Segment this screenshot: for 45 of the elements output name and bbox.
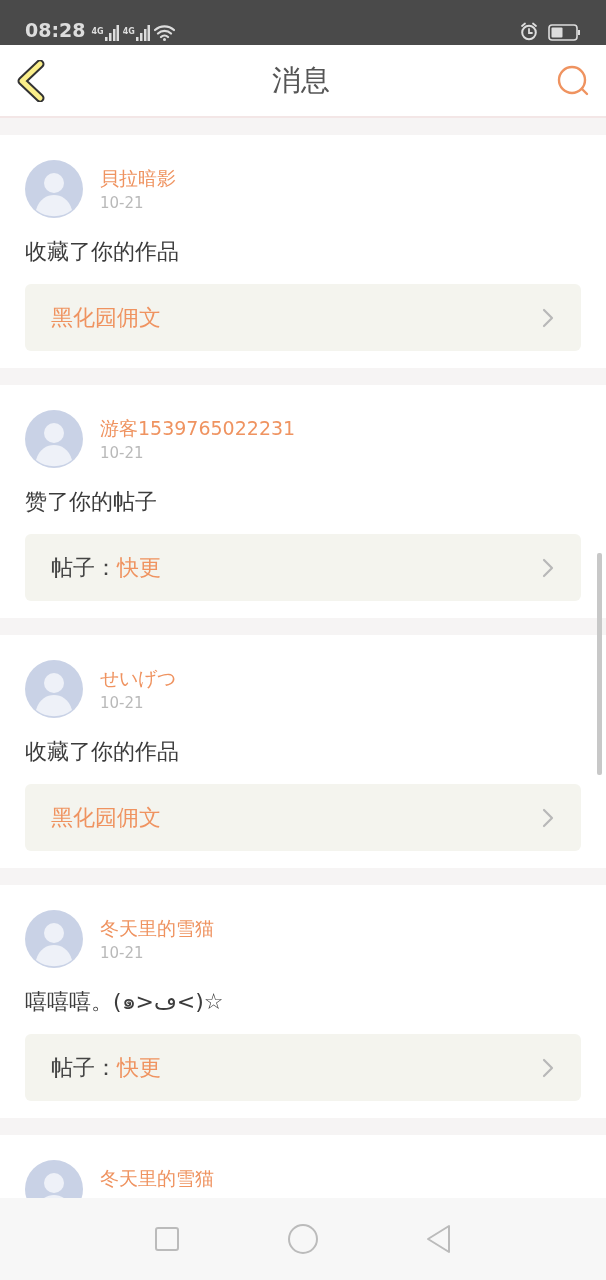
home-icon[interactable] xyxy=(287,1223,319,1255)
user-name[interactable]: 貝拉暗影 xyxy=(100,166,176,190)
back-nav-icon[interactable] xyxy=(426,1224,453,1254)
linked-item-card[interactable]: 帖子：快更 xyxy=(25,534,581,601)
item-type-label: 帖子： xyxy=(51,1053,117,1082)
clock-time: 08:28 xyxy=(25,19,86,41)
signal-icon xyxy=(104,24,119,41)
user-name[interactable]: 冬天里的雪猫 xyxy=(100,1166,214,1190)
user-name[interactable]: せいげつ xyxy=(100,666,176,690)
user-name[interactable]: 冬天里的雪猫 xyxy=(100,916,214,940)
avatar-icon[interactable] xyxy=(25,160,83,218)
item-type-label: 帖子： xyxy=(51,553,117,582)
message-date: 10-21 xyxy=(100,443,145,463)
message-date: 10-21 xyxy=(100,693,145,713)
message-text: 赞了你的帖子 xyxy=(25,488,158,516)
wifi-icon xyxy=(153,24,175,41)
avatar-icon[interactable] xyxy=(25,410,83,468)
search-icon[interactable] xyxy=(556,63,590,98)
linked-item-card[interactable]: 帖子：快更 xyxy=(25,1034,581,1101)
user-name[interactable]: 游客1539765022231 xyxy=(100,416,296,440)
chevron-right-icon xyxy=(541,307,555,328)
avatar-icon[interactable] xyxy=(25,660,83,718)
linked-item-card[interactable]: 黑化园佣文 xyxy=(25,784,581,851)
back-icon[interactable] xyxy=(16,59,46,102)
chevron-right-icon xyxy=(541,1057,555,1078)
chevron-right-icon xyxy=(541,807,555,828)
page-title: 消息 xyxy=(272,61,330,99)
chevron-right-icon xyxy=(541,557,555,578)
message-date: 10-21 xyxy=(100,943,145,963)
signal-icon xyxy=(135,24,150,41)
avatar-icon[interactable] xyxy=(25,910,83,968)
network-type-label: 4G xyxy=(91,27,104,36)
recent-apps-icon[interactable] xyxy=(153,1226,180,1252)
linked-item-card[interactable]: 黑化园佣文 xyxy=(25,284,581,351)
message-text: 嘻嘻嘻。(๑>ڡ<)☆ xyxy=(25,988,225,1016)
battery-icon xyxy=(548,24,581,41)
message-date: 10-21 xyxy=(100,193,145,213)
item-title: 黑化园佣文 xyxy=(51,303,161,332)
alarm-icon xyxy=(520,22,538,41)
message-text: 收藏了你的作品 xyxy=(25,238,180,266)
item-title: 快更 xyxy=(117,553,161,582)
network-type-label: 4G xyxy=(122,27,135,36)
item-title: 黑化园佣文 xyxy=(51,803,161,832)
message-text: 收藏了你的作品 xyxy=(25,738,180,766)
item-title: 快更 xyxy=(117,1053,161,1082)
